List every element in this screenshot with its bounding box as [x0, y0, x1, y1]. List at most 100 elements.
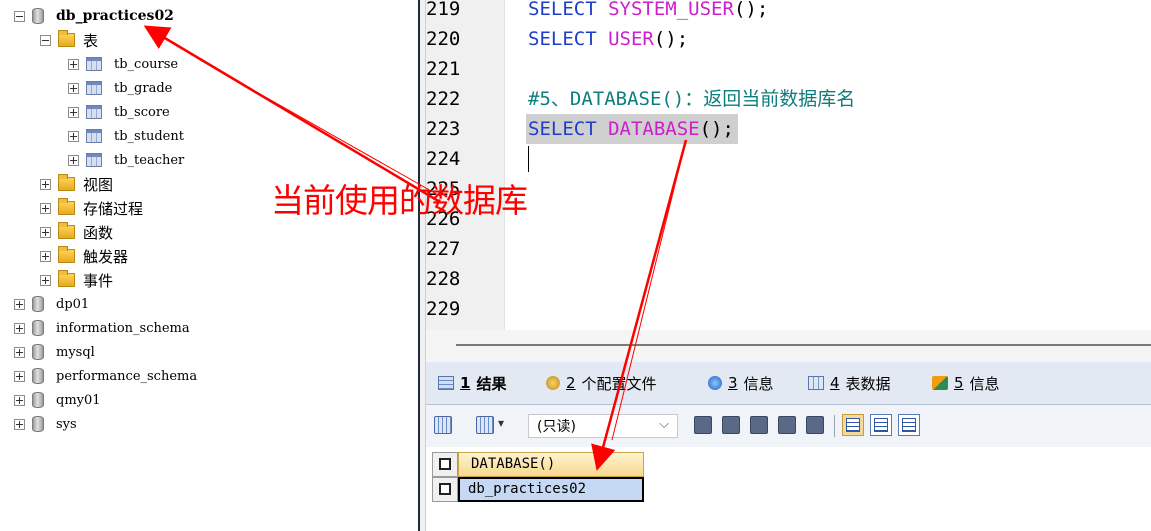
expand-icon[interactable] [14, 346, 25, 358]
database-icon [32, 344, 44, 360]
expand-icon[interactable] [68, 130, 79, 142]
readonly-select[interactable]: (只读) ⌵ [528, 414, 678, 438]
text-view-icon[interactable] [898, 414, 920, 436]
line-number: 227 [426, 238, 461, 260]
folder-icon [58, 174, 75, 191]
tree-node-db[interactable]: qmy01 [14, 388, 101, 412]
export-grid-icon[interactable] [434, 416, 452, 434]
line-number: 229 [426, 298, 461, 320]
tab-result[interactable]: 1 结果 [438, 370, 506, 396]
folder-icon [58, 198, 75, 215]
tree-node-db[interactable]: mysql [14, 340, 95, 364]
tree-label: tb_grade [114, 80, 173, 96]
folder-icon [58, 30, 75, 47]
chevron-down-icon[interactable]: ▾ [498, 416, 504, 430]
line-number-gutter: 219 220 221 222 223 224 225 226 227 228 … [426, 0, 505, 330]
cancel-changes-icon[interactable] [806, 416, 824, 434]
form-view-icon[interactable] [870, 414, 892, 436]
expand-icon[interactable] [40, 202, 51, 214]
delete-icon[interactable] [778, 416, 796, 434]
tree-node-table[interactable]: tb_grade [68, 76, 172, 100]
code-line: SELECT USER(); [528, 28, 689, 50]
line-number: 219 [426, 0, 461, 20]
expand-icon[interactable] [40, 226, 51, 238]
expand-icon[interactable] [40, 274, 51, 286]
tab-profile[interactable]: 2 个配置文件 [546, 370, 657, 396]
folder-icon [58, 246, 75, 263]
expand-icon[interactable] [40, 178, 51, 190]
tab-info-2[interactable]: 5 信息 [932, 370, 1000, 396]
table-icon [86, 153, 102, 167]
tree-label: tb_course [114, 56, 179, 72]
import-grid-icon[interactable] [476, 416, 494, 434]
expand-icon[interactable] [14, 322, 25, 334]
expand-icon[interactable] [14, 418, 25, 430]
table-icon [86, 129, 102, 143]
line-number: 224 [426, 148, 461, 170]
result-grid-icon [438, 376, 454, 390]
collapse-icon[interactable] [14, 10, 25, 22]
grid-view-icon[interactable] [842, 414, 864, 436]
tree-node-db[interactable]: dp01 [14, 292, 89, 316]
sql-editor[interactable]: 219 220 221 222 223 224 225 226 227 228 … [426, 0, 1151, 330]
add-row-icon[interactable] [694, 416, 712, 434]
collapse-icon[interactable] [40, 34, 51, 46]
row-checkbox[interactable] [432, 477, 458, 502]
table-icon [86, 105, 102, 119]
tree-node-folder[interactable]: 视图 [40, 172, 113, 196]
tree-label: 视图 [83, 175, 114, 194]
tab-table-data[interactable]: 4 表数据 [808, 370, 891, 396]
expand-icon[interactable] [14, 370, 25, 382]
pane-splitter[interactable] [418, 0, 426, 531]
profile-icon [546, 376, 560, 390]
expand-icon[interactable] [68, 82, 79, 94]
select-all-checkbox[interactable] [432, 452, 458, 477]
annotation-label: 当前使用的数据库 [271, 181, 528, 220]
tree-label: 存储过程 [83, 199, 144, 218]
tree-node-table[interactable]: tb_teacher [68, 148, 184, 172]
tree-node-table[interactable]: tb_score [68, 100, 170, 124]
table-icon [86, 81, 102, 95]
save-icon[interactable] [750, 416, 768, 434]
expand-icon[interactable] [68, 58, 79, 70]
expand-icon[interactable] [68, 106, 79, 118]
tree-node-folder[interactable]: 事件 [40, 268, 113, 292]
result-cell[interactable]: db_practices02 [458, 477, 644, 502]
duplicate-row-icon[interactable] [722, 416, 740, 434]
tree-node-folder[interactable]: 触发器 [40, 244, 128, 268]
editor-results-splitter[interactable] [426, 330, 1151, 362]
tree-node-db[interactable]: performance_schema [14, 364, 197, 388]
tree-node-folder[interactable]: 存储过程 [40, 196, 143, 220]
database-icon [32, 368, 44, 384]
line-number: 228 [426, 268, 461, 290]
expand-icon[interactable] [68, 154, 79, 166]
tree-label: mysql [56, 344, 95, 360]
tree-node-db-current[interactable]: db_practices02 [14, 4, 174, 28]
info-flag-icon [932, 376, 948, 390]
code-line-selected: SELECT DATABASE(); [526, 114, 738, 144]
tree-label: qmy01 [56, 392, 101, 408]
code-line: SELECT SYSTEM_USER(); [528, 0, 769, 20]
expand-icon[interactable] [14, 298, 25, 310]
object-browser-tree: db_practices02 表 tb_course tb_grade tb_s… [0, 0, 418, 531]
tree-node-table[interactable]: tb_course [68, 52, 178, 76]
code-line: #5、DATABASE()：返回当前数据库名 [528, 88, 856, 110]
result-tabs: 1 结果 2 个配置文件 3 信息 4 表数据 5 信息 [426, 362, 1151, 405]
tree-node-folder[interactable]: 函数 [40, 220, 113, 244]
tab-info[interactable]: 3 信息 [708, 370, 774, 396]
column-header[interactable]: DATABASE() [458, 452, 644, 477]
tree-node-tables-folder[interactable]: 表 [40, 28, 98, 52]
database-icon [32, 296, 44, 312]
tree-label: sys [56, 416, 77, 432]
tree-label: tb_score [114, 104, 170, 120]
tree-label: db_practices02 [56, 8, 174, 24]
tree-node-db[interactable]: information_schema [14, 316, 190, 340]
expand-icon[interactable] [14, 394, 25, 406]
tree-node-table[interactable]: tb_student [68, 124, 184, 148]
expand-icon[interactable] [40, 250, 51, 262]
line-number: 222 [426, 88, 461, 110]
tree-label: 表 [83, 31, 99, 50]
tree-node-db[interactable]: sys [14, 412, 77, 436]
chevron-down-icon: ⌵ [659, 417, 669, 432]
folder-icon [58, 270, 75, 287]
